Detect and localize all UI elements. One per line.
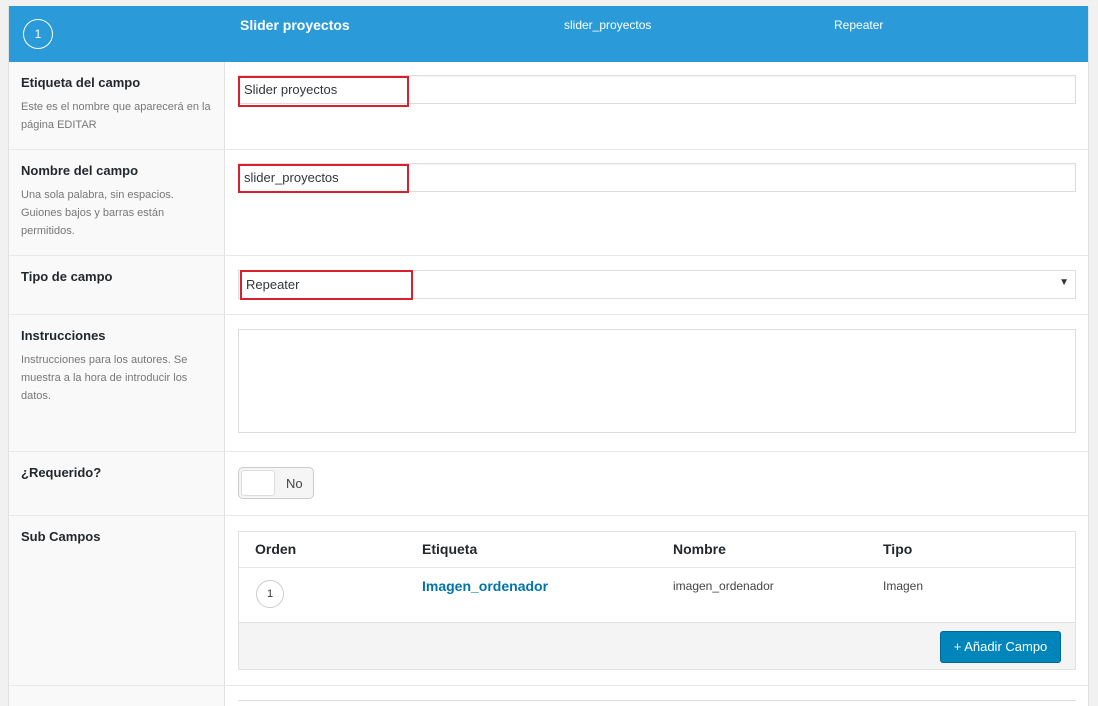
required-toggle[interactable]: No	[238, 467, 314, 499]
table-footer: + Añadir Campo	[239, 622, 1075, 669]
row-label-cell: Instrucciones Instrucciones para los aut…	[9, 315, 225, 451]
row-field-cell: slider_proyectos	[238, 150, 1076, 255]
column-header-name: Nombre	[673, 541, 726, 557]
select-value: Repeater	[246, 277, 300, 292]
field-header[interactable]: 1 Slider proyectos slider_proyectos Repe…	[9, 6, 1088, 62]
row-title: Tipo de campo	[21, 269, 113, 284]
row-title: Instrucciones	[21, 328, 106, 343]
row-label-cell: Etiqueta del campo Este es el nombre que…	[9, 62, 225, 149]
row-subfields: Sub Campos Orden Etiqueta Nombre Tipo 1 …	[9, 516, 1088, 686]
row-field-cell: Orden Etiqueta Nombre Tipo 1 Imagen_orde…	[238, 516, 1076, 685]
row-title: Etiqueta del campo	[21, 75, 141, 90]
row-field-type: Tipo de campo Repeater ▼	[9, 256, 1088, 315]
row-label-cell: Tipo de campo	[9, 256, 225, 314]
subfield-label-link[interactable]: Imagen_ordenador	[422, 578, 548, 594]
row-title: Nombre del campo	[21, 163, 139, 178]
row-field-cell: Slider proyectos	[238, 62, 1076, 149]
row-field-label: Etiqueta del campo Este es el nombre que…	[9, 62, 1088, 150]
column-header-label: Etiqueta	[422, 541, 478, 557]
order-badge[interactable]: 1	[23, 19, 53, 49]
row-field-name: Nombre del campo Una sola palabra, sin e…	[9, 150, 1088, 256]
dropdown-arrow-icon: ▼	[1059, 277, 1069, 288]
subfield-name: imagen_ordenador	[673, 579, 774, 593]
next-input-edge	[238, 700, 1076, 706]
row-label-cell: ¿Requerido?	[9, 452, 225, 515]
toggle-text: No	[286, 476, 303, 491]
row-title: Sub Campos	[21, 529, 101, 544]
table-header: Orden Etiqueta Nombre Tipo	[239, 532, 1075, 568]
row-field-cell: Repeater ▼	[238, 256, 1076, 314]
order-badge[interactable]: 1	[256, 580, 284, 608]
row-required: ¿Requerido? No	[9, 452, 1088, 516]
header-field-name: slider_proyectos	[564, 18, 652, 32]
field-editor: 1 Slider proyectos slider_proyectos Repe…	[8, 6, 1089, 706]
row-field-cell	[238, 315, 1076, 451]
table-row[interactable]: 1 Imagen_ordenador imagen_ordenador Imag…	[239, 569, 1075, 622]
row-field-cell: No	[238, 452, 1076, 515]
row-description: Instrucciones para los autores. Se muest…	[21, 354, 188, 402]
add-field-button[interactable]: + Añadir Campo	[940, 631, 1061, 663]
subfields-table: Orden Etiqueta Nombre Tipo 1 Imagen_orde…	[238, 531, 1076, 670]
column-header-order: Orden	[255, 541, 297, 557]
field-label-input[interactable]: Slider proyectos	[238, 75, 1076, 104]
row-description: Este es el nombre que aparecerá en la pá…	[21, 101, 211, 131]
row-description: Una sola palabra, sin espacios. Guiones …	[21, 189, 174, 237]
row-title: ¿Requerido?	[21, 465, 102, 480]
instructions-textarea[interactable]	[238, 329, 1076, 433]
column-header-type: Tipo	[883, 541, 913, 557]
row-label-cell: Sub Campos	[9, 516, 225, 685]
row-instructions: Instrucciones Instrucciones para los aut…	[9, 315, 1088, 452]
row-label-cell	[9, 686, 225, 706]
field-name-input[interactable]: slider_proyectos	[238, 163, 1076, 192]
header-field-label[interactable]: Slider proyectos	[240, 17, 350, 33]
row-label-cell: Nombre del campo Una sola palabra, sin e…	[9, 150, 225, 255]
toggle-knob	[241, 470, 275, 496]
header-field-type: Repeater	[834, 18, 884, 32]
subfield-type: Imagen	[883, 579, 924, 593]
field-type-select[interactable]: Repeater ▼	[238, 270, 1076, 299]
